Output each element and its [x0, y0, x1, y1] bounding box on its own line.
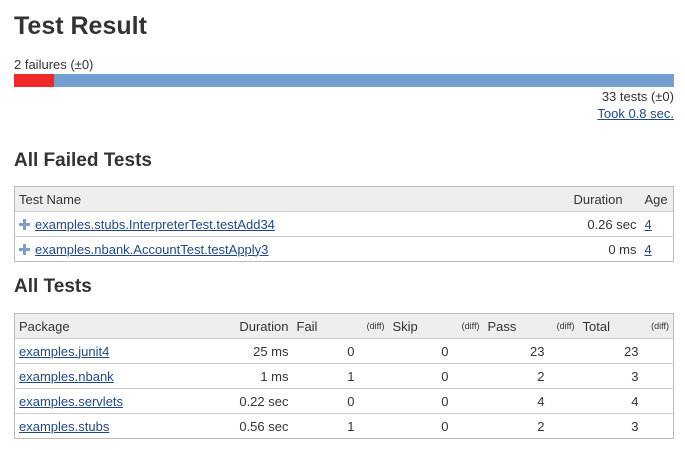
page-title: Test Result	[14, 12, 147, 40]
pass-count: 4	[483, 388, 549, 414]
total-diff	[642, 413, 674, 439]
took-link[interactable]: Took 0.8 sec.	[597, 106, 674, 121]
expand-plus-icon[interactable]	[19, 243, 30, 255]
col-total-diff[interactable]: (diff)	[642, 313, 674, 339]
fail-diff	[358, 388, 389, 414]
table-row: examples.junit4 25 ms 0 0 23 23	[14, 338, 674, 364]
skip-diff	[452, 363, 484, 389]
duration: 0.56 sec	[210, 413, 293, 439]
col-test-name[interactable]: Test Name	[14, 186, 570, 212]
skip-diff	[452, 388, 484, 414]
duration: 0.22 sec	[210, 388, 293, 414]
total-count: 4	[578, 388, 643, 414]
pass-count: 2	[483, 363, 549, 389]
package-link[interactable]: examples.stubs	[19, 419, 109, 434]
table-row: examples.nbank.AccountTest.testApply3 0 …	[14, 236, 674, 262]
fail-count: 0	[292, 388, 359, 414]
table-header: Package Duration Fail (diff) Skip (diff)…	[14, 313, 674, 339]
skip-diff	[452, 338, 484, 364]
failures-summary: 2 failures (±0)	[14, 57, 94, 72]
all-tests-table: Package Duration Fail (diff) Skip (diff)…	[14, 313, 674, 439]
col-pass[interactable]: Pass	[483, 313, 549, 339]
fail-diff	[358, 413, 389, 439]
skip-count: 0	[388, 363, 453, 389]
test-link[interactable]: examples.stubs.InterpreterTest.testAdd34	[35, 217, 275, 232]
failed-tests-table: Test Name Duration Age examples.stubs.In…	[14, 186, 674, 262]
skip-diff	[452, 413, 484, 439]
table-row: examples.servlets 0.22 sec 0 0 4 4	[14, 388, 674, 414]
age-link[interactable]: 4	[645, 217, 652, 232]
fail-diff	[358, 363, 389, 389]
pass-diff	[548, 388, 579, 414]
fail-diff	[358, 338, 389, 364]
pass-diff	[548, 413, 579, 439]
total-count: 23	[578, 338, 643, 364]
package-link[interactable]: examples.nbank	[19, 369, 114, 384]
total-count: 3	[578, 413, 643, 439]
col-total[interactable]: Total	[578, 313, 643, 339]
col-skip[interactable]: Skip	[388, 313, 453, 339]
package-link[interactable]: examples.servlets	[19, 394, 123, 409]
pass-count: 23	[483, 338, 549, 364]
duration: 25 ms	[210, 338, 293, 364]
skip-count: 0	[388, 388, 453, 414]
total-diff	[642, 338, 674, 364]
pass-diff	[548, 338, 579, 364]
skip-count: 0	[388, 338, 453, 364]
col-fail-diff[interactable]: (diff)	[358, 313, 389, 339]
fail-count: 1	[292, 363, 359, 389]
tests-count: 33 tests (±0)	[601, 89, 674, 104]
skip-count: 0	[388, 413, 453, 439]
col-skip-diff[interactable]: (diff)	[452, 313, 484, 339]
col-age[interactable]: Age	[640, 186, 674, 212]
total-diff	[642, 388, 674, 414]
pass-count: 2	[483, 413, 549, 439]
col-duration[interactable]: Duration	[569, 186, 641, 212]
failed-portion	[14, 74, 54, 87]
col-package[interactable]: Package	[14, 313, 211, 339]
duration: 0.26 sec	[569, 211, 641, 237]
test-link[interactable]: examples.nbank.AccountTest.testApply3	[35, 242, 268, 257]
all-tests-heading: All Tests	[14, 276, 92, 297]
total-diff	[642, 363, 674, 389]
duration: 0 ms	[569, 236, 641, 262]
table-row: examples.nbank 1 ms 1 0 2 3	[14, 363, 674, 389]
col-fail[interactable]: Fail	[292, 313, 359, 339]
col-duration[interactable]: Duration	[210, 313, 293, 339]
table-row: examples.stubs.InterpreterTest.testAdd34…	[14, 211, 674, 237]
failed-tests-heading: All Failed Tests	[14, 150, 152, 171]
duration: 1 ms	[210, 363, 293, 389]
total-count: 3	[578, 363, 643, 389]
fail-count: 1	[292, 413, 359, 439]
table-header: Test Name Duration Age	[14, 186, 674, 212]
table-row: examples.stubs 0.56 sec 1 0 2 3	[14, 413, 674, 439]
col-pass-diff[interactable]: (diff)	[548, 313, 579, 339]
age-link[interactable]: 4	[645, 242, 652, 257]
expand-plus-icon[interactable]	[19, 218, 30, 230]
result-progress-bar	[14, 74, 674, 87]
package-link[interactable]: examples.junit4	[19, 344, 109, 359]
fail-count: 0	[292, 338, 359, 364]
pass-diff	[548, 363, 579, 389]
